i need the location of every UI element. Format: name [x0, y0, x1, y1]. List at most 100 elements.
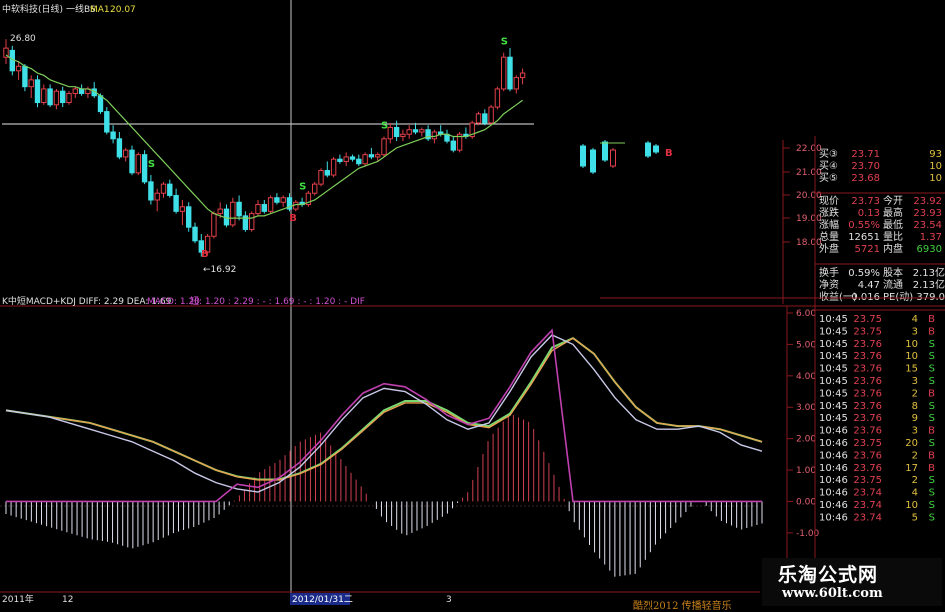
macd-header-extra: 钮: 1.20 : 2.29 : - : 1.69 : - : 1.20 : -… [190, 295, 365, 307]
tick-volume: 4 [912, 488, 918, 499]
stat2-label: 净资 [819, 278, 839, 291]
dea-line [5, 336, 763, 481]
tick-volume: 2 [912, 450, 918, 461]
tick-side: S [929, 413, 935, 424]
candle-body [167, 183, 173, 196]
candle-body [412, 129, 419, 133]
candle-body [501, 56, 507, 90]
stat2-label: PE(动) [883, 291, 913, 303]
tick-price: 23.76 [853, 351, 882, 362]
ask-price: 23.68 [851, 173, 880, 184]
float-candles: B [580, 140, 673, 174]
stat2-label: 换手 [819, 266, 839, 279]
float-candle-body [602, 141, 608, 161]
tick-side: S [929, 401, 935, 412]
tick-volume: 10 [905, 500, 918, 511]
candle-body [356, 158, 362, 165]
tick-volume: 8 [912, 401, 918, 412]
candle-body [97, 95, 104, 113]
stat-value: 23.93 [913, 208, 942, 219]
candle-body [179, 206, 186, 212]
stat-label: 外盘 [819, 242, 839, 255]
candle-body [513, 77, 519, 90]
candle-body [419, 129, 425, 133]
tick-price: 23.76 [853, 426, 882, 437]
candle-body [186, 206, 192, 228]
candle-body [34, 79, 41, 104]
stat-label: 总量 [819, 230, 839, 243]
stat-label: 涨幅 [819, 218, 839, 231]
axis-tick-3: 3 [446, 595, 452, 605]
candle-body [249, 213, 255, 230]
candle-body [192, 226, 198, 242]
candle-body [507, 56, 513, 90]
tick-side: S [929, 376, 935, 387]
cursor-date: 2012/01/31二 [292, 595, 353, 605]
stat-label: 今开 [883, 194, 903, 207]
ask-price: 23.71 [851, 149, 880, 160]
tick-price: 23.76 [853, 413, 882, 424]
tick-side: B [928, 314, 935, 325]
tick-price: 23.75 [853, 438, 882, 449]
candle-body [475, 113, 482, 124]
candle-body [450, 140, 457, 151]
tick-price: 23.75 [853, 475, 882, 486]
price-grid [783, 147, 790, 243]
candle-body [104, 111, 110, 133]
tick-side: S [929, 364, 935, 375]
tick-list[interactable]: 10:45 23.75 4 B10:45 23.75 3 B10:45 23.76 10 S10:… [819, 314, 935, 523]
stock-chart-canvas[interactable]: 中软科技(日线) 一线BS MA1 20.07 22.00 21.00 20.0… [0, 0, 945, 609]
tick-side: S [929, 351, 935, 362]
ask-label: 买⑤ [819, 172, 838, 184]
tick-time: 10:46 [819, 438, 848, 449]
tick-time: 10:45 [819, 376, 848, 387]
candle-body [330, 158, 337, 176]
tick-volume: 2 [912, 388, 918, 399]
candle-body [173, 194, 179, 212]
candle-body [41, 88, 47, 104]
stat-value: 0.55% [848, 220, 880, 231]
ask-label: 买④ [819, 160, 838, 172]
candle-body [217, 208, 223, 215]
stat-value: 12651 [848, 232, 880, 243]
stat2-label: 流通 [883, 278, 903, 291]
tick-price: 23.74 [853, 488, 882, 499]
tick-price: 23.74 [853, 512, 882, 523]
candle-body [343, 156, 349, 162]
tick-side: S [929, 475, 935, 486]
candle-body [381, 138, 387, 156]
candle-body [318, 170, 324, 185]
stat-value: 23.92 [913, 196, 942, 207]
dif-line [5, 334, 763, 493]
tick-price: 23.76 [853, 401, 882, 412]
candle-body [368, 154, 375, 158]
candle-body [274, 197, 280, 203]
ma-value: 20.07 [110, 5, 136, 15]
candle-body [349, 156, 356, 160]
float-candle-body [653, 145, 659, 153]
stat-label: 最高 [883, 206, 903, 219]
candle-body [236, 201, 242, 217]
candle-body [15, 65, 22, 72]
tick-price: 23.74 [853, 500, 882, 511]
stat2-label: 股本 [883, 266, 903, 279]
candle-body [141, 154, 148, 183]
macd-axis-label: -1.00 [796, 529, 820, 539]
float-candle-body [590, 149, 596, 173]
macd-axis-label: 2.00 [796, 435, 816, 445]
candle-body [28, 79, 34, 88]
ask-label: 买③ [819, 148, 838, 160]
tick-time: 10:46 [819, 512, 848, 523]
watermark-url: www.60lt.com [782, 586, 883, 601]
tick-price: 23.76 [853, 388, 882, 399]
tick-volume: 17 [905, 463, 918, 474]
candle-body [267, 197, 274, 212]
candle-body [135, 154, 142, 174]
candle-body [255, 204, 261, 215]
stat-label: 内盘 [883, 242, 903, 255]
float-candle-body [610, 149, 616, 167]
stat-value: 23.54 [913, 220, 942, 231]
stat2-value: 0.59% [848, 268, 880, 279]
candle-body [78, 88, 85, 94]
candle-body [116, 138, 123, 158]
